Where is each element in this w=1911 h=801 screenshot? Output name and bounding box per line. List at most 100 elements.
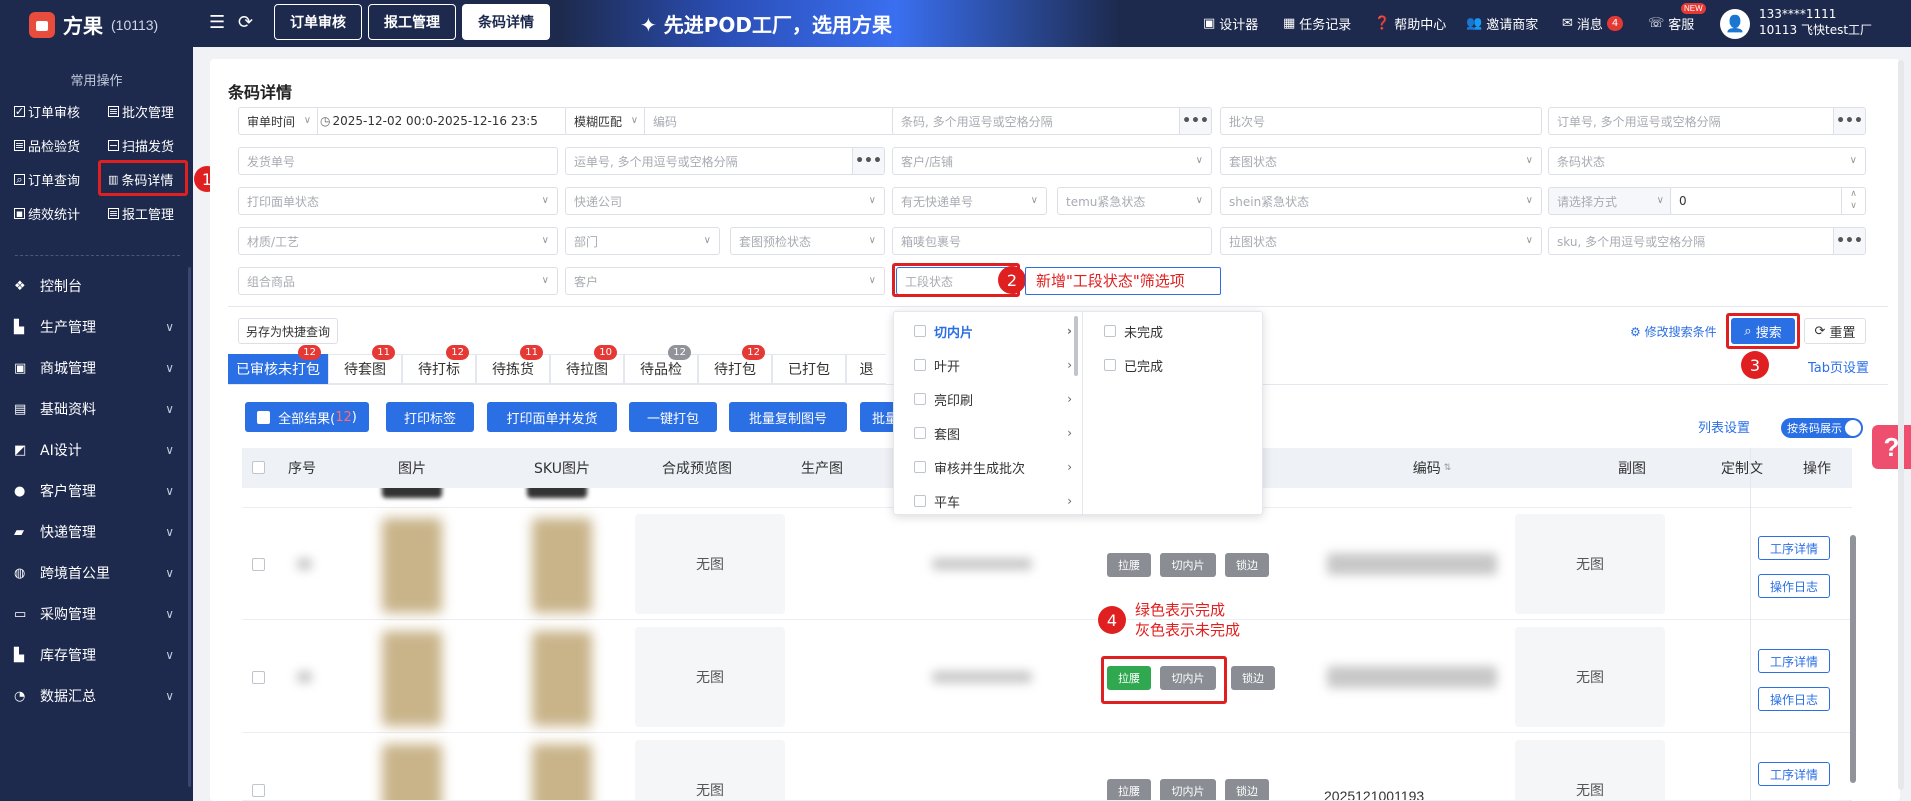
menu-data-summary[interactable]: ◔ 数据汇总 ∨ xyxy=(14,686,174,706)
app-logo[interactable]: 方果 (10113) xyxy=(29,10,158,39)
designer-link[interactable]: ▣ 设计器 xyxy=(1203,14,1258,33)
tab-returned[interactable]: 退 xyxy=(846,354,886,384)
barcode-input[interactable]: 条码, 多个用逗号或空格分隔 ••• xyxy=(892,107,1212,135)
stage-option-leaf[interactable]: 叶开 › xyxy=(894,348,1082,382)
order-input[interactable]: 订单号, 多个用逗号或空格分隔 ••• xyxy=(1548,107,1866,135)
avatar[interactable]: 👤 xyxy=(1720,9,1750,39)
barcode-view-toggle[interactable]: 按条码展示 xyxy=(1781,418,1863,438)
service-link[interactable]: ☏ 客服 xyxy=(1648,14,1694,33)
option-checkbox[interactable] xyxy=(914,325,926,337)
col-code[interactable]: 编码 ⇅ xyxy=(1382,448,1482,488)
tab-pending-label[interactable]: 待打标 12 xyxy=(402,345,476,384)
shein-status-select[interactable]: shein紧急状态 ∨ xyxy=(1220,187,1542,215)
customer-select[interactable]: 客户 ∨ xyxy=(565,267,885,295)
menu-purchase[interactable]: ▭ 采购管理 ∨ xyxy=(14,604,174,624)
menu-inventory[interactable]: ▙ 库存管理 ∨ xyxy=(14,645,174,665)
option-checkbox[interactable] xyxy=(914,393,926,405)
menu-mall[interactable]: ▣ 商城管理 ∨ xyxy=(14,358,174,378)
help-float-button[interactable]: ? xyxy=(1872,425,1911,469)
more-icon[interactable]: ••• xyxy=(852,148,884,174)
quick-work-report[interactable]: ≡ 报工管理 xyxy=(108,204,174,223)
quick-scan-ship[interactable]: − 扫描发货 xyxy=(108,136,174,155)
audit-time-select[interactable]: 审单时间 ∨ xyxy=(239,108,319,134)
print-status-select[interactable]: 打印面单状态 ∨ xyxy=(238,187,558,215)
more-icon[interactable]: ••• xyxy=(1833,108,1865,134)
menu-express[interactable]: ▰ 快递管理 ∨ xyxy=(14,522,174,542)
has-courier-select[interactable]: 有无快递单号 ∨ xyxy=(892,187,1047,215)
quick-order-query[interactable]: ⌕ 订单查询 xyxy=(14,170,80,189)
table-scrollbar[interactable] xyxy=(1850,535,1856,783)
tab-barcode-detail[interactable]: 条码详情 xyxy=(462,4,550,40)
stepper-icon[interactable]: ∧ ∨ xyxy=(1841,188,1865,214)
process-detail-button[interactable]: 工序详情 xyxy=(1758,536,1830,560)
page-scrollbar[interactable] xyxy=(1898,60,1904,790)
quick-quality-check[interactable]: ≡ 品检验货 xyxy=(14,136,80,155)
quick-batch-manage[interactable]: ≡ 批次管理 xyxy=(108,102,174,121)
sku-image[interactable] xyxy=(532,518,592,613)
menu-ai-design[interactable]: ◩ AI设计 ∨ xyxy=(14,440,174,460)
messages-link[interactable]: ✉ 消息 4 xyxy=(1562,14,1624,33)
ship-order-input[interactable]: 发货单号 xyxy=(238,147,558,175)
stage-option-bright-print[interactable]: 亮印刷 › xyxy=(894,382,1082,416)
number-input[interactable]: 0 ∧ ∨ xyxy=(1670,187,1866,215)
one-pack-button[interactable]: 一键打包 xyxy=(629,402,717,432)
tab-pending-pick[interactable]: 待拣货 11 xyxy=(476,345,550,384)
sub-option-complete[interactable]: 已完成 xyxy=(1084,348,1254,382)
reset-button[interactable]: ⟳ 重置 xyxy=(1804,318,1866,344)
quick-performance[interactable]: ▪ 绩效统计 xyxy=(14,204,80,223)
stage-option-cut-inner[interactable]: 切内片 › xyxy=(894,314,1082,348)
set-status-select[interactable]: 套图状态 ∨ xyxy=(1220,147,1542,175)
option-checkbox[interactable] xyxy=(914,427,926,439)
set-precheck-select[interactable]: 套图预检状态 ∨ xyxy=(730,227,885,255)
menu-production[interactable]: ▙ 生产管理 ∨ xyxy=(14,317,174,337)
tab-pending-set[interactable]: 待套图 11 xyxy=(328,345,402,384)
pull-status-select[interactable]: 拉图状态 ∨ xyxy=(1220,227,1542,255)
tab-packed[interactable]: 已打包 xyxy=(772,354,846,384)
process-detail-button[interactable]: 工序详情 xyxy=(1758,762,1830,786)
option-checkbox[interactable] xyxy=(1104,359,1116,371)
batch-input[interactable]: 批次号 xyxy=(1220,107,1542,135)
batch-copy-button[interactable]: 批量复制图号 xyxy=(729,402,847,432)
box-input[interactable]: 箱唛包裹号 xyxy=(892,227,1212,255)
process-detail-button[interactable]: 工序详情 xyxy=(1758,649,1830,673)
tab-work-report[interactable]: 报工管理 xyxy=(368,4,456,40)
product-image[interactable] xyxy=(382,744,442,800)
user-info[interactable]: 133****1111 10113 飞快test工厂 xyxy=(1759,6,1872,38)
refresh-icon[interactable]: ⟳ xyxy=(238,12,253,33)
header-checkbox[interactable] xyxy=(252,461,265,474)
option-checkbox[interactable] xyxy=(914,495,926,507)
sidebar-scrollbar[interactable] xyxy=(188,267,191,787)
stage-option-audit-batch[interactable]: 审核并生成批次 › xyxy=(894,450,1082,484)
more-icon[interactable]: ••• xyxy=(1833,228,1865,254)
select-all-checkbox[interactable] xyxy=(257,410,271,424)
row-checkbox[interactable] xyxy=(252,671,265,684)
customer-shop-select[interactable]: 客户/店铺 ∨ xyxy=(892,147,1212,175)
dept-select[interactable]: 部门 ∨ xyxy=(565,227,720,255)
tab-order-audit[interactable]: 订单审核 xyxy=(274,4,362,40)
option-checkbox[interactable] xyxy=(914,359,926,371)
row-checkbox[interactable] xyxy=(252,558,265,571)
row-checkbox[interactable] xyxy=(252,784,265,797)
sub-option-incomplete[interactable]: 未完成 xyxy=(1084,314,1254,348)
more-icon[interactable]: ••• xyxy=(1179,108,1211,134)
tab-pending-qc[interactable]: 待品检 12 xyxy=(624,345,698,384)
option-checkbox[interactable] xyxy=(1104,325,1116,337)
barcode-status-select[interactable]: 条码状态 ∨ xyxy=(1548,147,1866,175)
courier-select[interactable]: 快递公司 ∨ xyxy=(565,187,885,215)
menu-basic-data[interactable]: ▤ 基础资料 ∨ xyxy=(14,399,174,419)
sort-icon[interactable]: ⇅ xyxy=(1444,463,1452,473)
print-ship-button[interactable]: 打印面单并发货 xyxy=(487,402,617,432)
operation-log-button[interactable]: 操作日志 xyxy=(1758,574,1830,598)
all-results-button[interactable]: 全部结果(12) xyxy=(245,402,369,432)
quick-order-audit[interactable]: ✓ 订单审核 xyxy=(14,102,80,121)
list-settings-link[interactable]: 列表设置 xyxy=(1698,417,1750,436)
waybill-input[interactable]: 运单号, 多个用逗号或空格分隔 ••• xyxy=(565,147,885,175)
tab-audited-unpacked[interactable]: 已审核未打包 12 xyxy=(228,345,328,384)
fuzzy-match-select[interactable]: 模糊匹配 ∨ xyxy=(566,108,646,134)
operation-log-button[interactable]: 操作日志 xyxy=(1758,687,1830,711)
menu-customers[interactable]: ● 客户管理 ∨ xyxy=(14,481,174,501)
invite-link[interactable]: 👥 邀请商家 xyxy=(1466,14,1538,33)
menu-toggle-icon[interactable]: ☰ xyxy=(209,12,225,33)
print-label-button[interactable]: 打印标签 xyxy=(386,402,474,432)
tasks-link[interactable]: ▦ 任务记录 xyxy=(1283,14,1351,33)
